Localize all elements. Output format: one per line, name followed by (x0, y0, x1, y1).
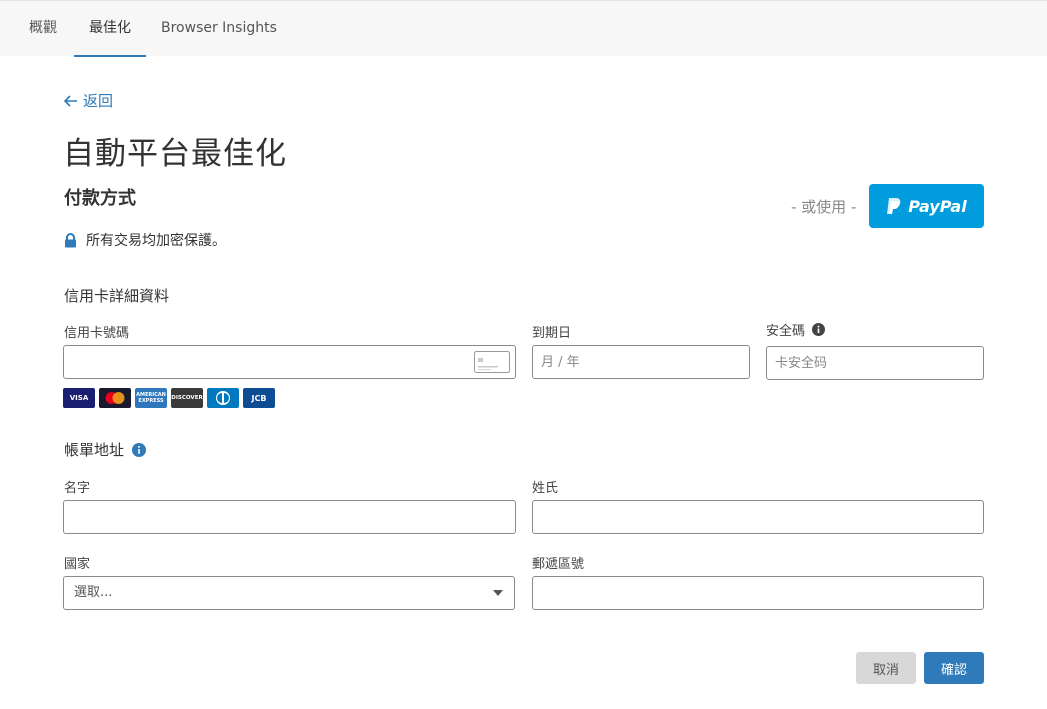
country-label: 國家 (64, 557, 91, 572)
tab-browser-insights[interactable]: Browser Insights (161, 1, 277, 57)
last-name-input[interactable] (532, 500, 984, 534)
card-logos: VISA AMERICAN EXPRESS DISCOVER JCB (63, 388, 279, 408)
cancel-button[interactable]: 取消 (856, 652, 916, 684)
payment-method-title: 付款方式 (64, 188, 136, 209)
paypal-button[interactable]: PayPal (869, 184, 984, 228)
tab-overview[interactable]: 概觀 (29, 1, 57, 57)
billing-address-heading: 帳單地址 (64, 439, 147, 460)
billing-heading-text: 帳單地址 (64, 441, 125, 459)
discover-logo: DISCOVER (171, 388, 203, 408)
secure-note: 所有交易均加密保護。 (64, 230, 226, 250)
expiry-label: 到期日 (532, 326, 572, 341)
mastercard-logo (99, 388, 131, 408)
back-link-label: 返回 (83, 92, 114, 110)
postal-code-input[interactable] (532, 576, 984, 610)
info-icon[interactable] (812, 323, 826, 336)
amex-logo: AMERICAN EXPRESS (135, 388, 167, 408)
card-details-heading: 信用卡詳細資料 (64, 285, 169, 306)
country-select[interactable]: 選取... (63, 576, 515, 610)
jcb-logo: JCB (243, 388, 275, 408)
diners-circle-icon (216, 391, 230, 405)
mastercard-circles-icon (105, 392, 125, 404)
visa-logo: VISA (63, 388, 95, 408)
paypal-label: PayPal (908, 196, 967, 216)
cvc-label: 安全碼 (766, 320, 826, 339)
tab-optimization[interactable]: 最佳化 (74, 1, 146, 57)
postal-code-label: 郵遞區號 (532, 557, 585, 572)
secure-note-text: 所有交易均加密保護。 (86, 233, 226, 249)
last-name-label: 姓氏 (532, 481, 559, 496)
diners-logo (207, 388, 239, 408)
or-use-text: - 或使用 - (791, 198, 857, 216)
back-link[interactable]: 返回 (64, 90, 113, 111)
page-title: 自動平台最佳化 (63, 136, 287, 172)
caret-down-icon (493, 590, 503, 596)
country-select-value: 選取... (74, 585, 113, 600)
card-number-label: 信用卡號碼 (64, 326, 130, 341)
arrow-left-icon (64, 94, 77, 107)
card-number-input[interactable] (63, 345, 516, 379)
first-name-input[interactable] (63, 500, 516, 534)
cvc-label-text: 安全碼 (766, 324, 806, 339)
first-name-label: 名字 (64, 481, 91, 496)
lock-icon (65, 232, 76, 247)
expiry-input[interactable] (532, 345, 750, 379)
confirm-button[interactable]: 確認 (924, 652, 984, 684)
info-icon[interactable] (132, 442, 147, 457)
card-details-heading-text: 信用卡詳細資料 (64, 287, 170, 305)
cvc-input[interactable] (766, 346, 984, 380)
top-tab-bar: 概觀 最佳化 Browser Insights (0, 0, 1047, 57)
paypal-icon (887, 198, 901, 214)
credit-card-icon (474, 351, 510, 373)
